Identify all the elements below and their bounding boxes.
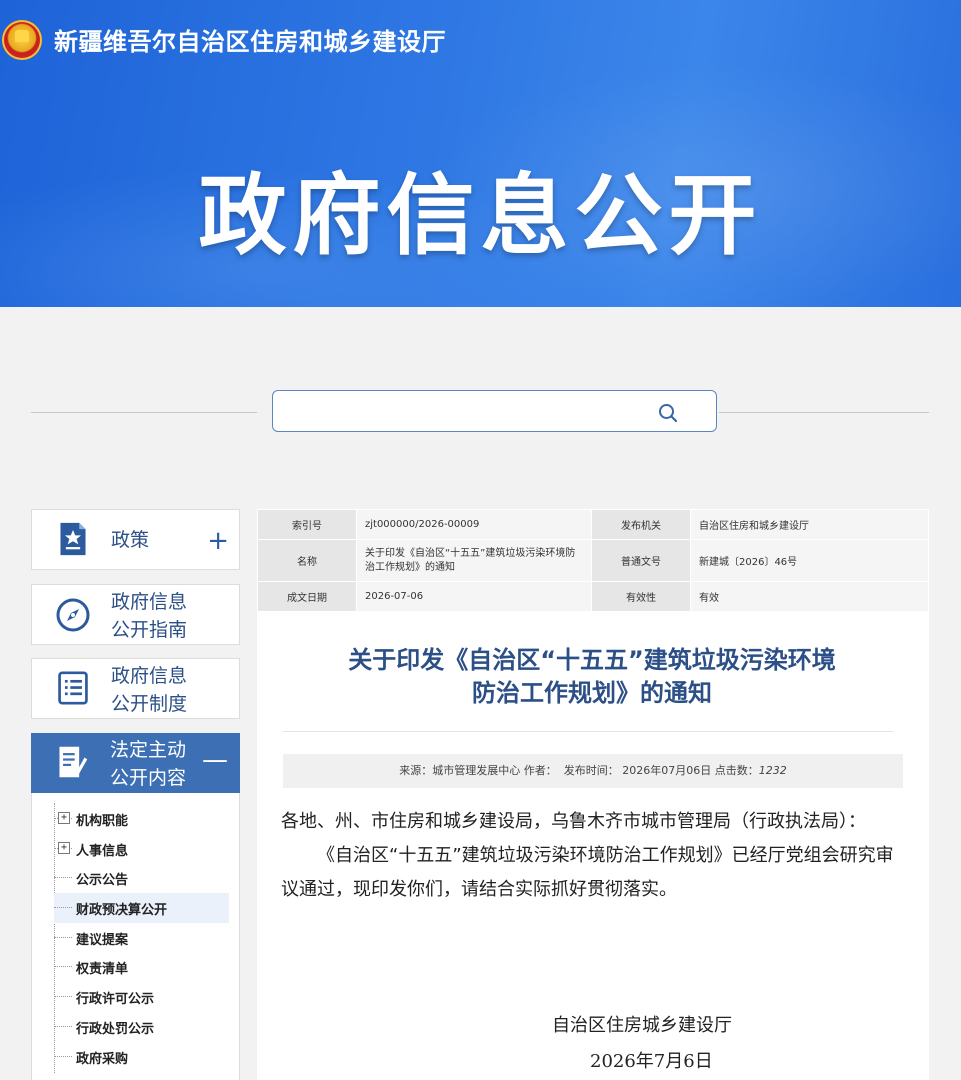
tree-item-procurement[interactable]: 政府采购	[54, 1042, 229, 1072]
meta-value: 自治区住房和城乡建设厅	[690, 509, 929, 540]
meta-value: 2026-07-06	[356, 581, 592, 612]
search-input[interactable]	[283, 397, 647, 427]
sidebar-item-label: 政策	[111, 529, 150, 551]
tree-item-personnel[interactable]: + 人事信息	[54, 834, 229, 864]
search-divider-left	[31, 412, 257, 413]
author-label: 作者：	[523, 764, 557, 777]
tree-item-label: 权责清单	[76, 962, 129, 977]
expand-plus-icon[interactable]: +	[58, 812, 70, 824]
list-doc-icon	[58, 671, 88, 705]
tree-item-proposals[interactable]: 建议提案	[54, 923, 229, 953]
hero-title: 政府信息公开	[198, 164, 763, 267]
tree-item-label: 建议提案	[76, 933, 129, 948]
title-divider	[283, 731, 893, 732]
tree-item-label: 财政预决算公开	[76, 903, 168, 918]
policy-doc-icon	[60, 522, 86, 556]
tree-item-licensing[interactable]: 行政许可公示	[54, 982, 229, 1012]
signature-org: 自治区住房城乡建设厅	[552, 1015, 732, 1036]
sidebar-item-label: 政府信息	[111, 665, 188, 687]
meta-value: 有效	[690, 581, 929, 612]
salutation: 各地、州、市住房和城乡建设局，乌鲁木齐市城市管理局（行政执法局）：	[281, 811, 866, 832]
tree-item-label: 行政处罚公示	[76, 1022, 155, 1037]
meta-value: 新建城〔2026〕46号	[690, 539, 929, 582]
meta-key: 有效性	[591, 581, 691, 612]
tree-item-label: 政府采购	[76, 1052, 129, 1067]
article-info-bar: 来源：城市管理发展中心 作者： 发布时间： 2026年07月06日 点击数：12…	[283, 754, 903, 788]
meta-key: 索引号	[257, 509, 357, 540]
site-title[interactable]: 新疆维吾尔自治区住房和城乡建设厅	[54, 22, 446, 57]
edit-doc-icon	[59, 746, 88, 778]
article-panel: 索引号 zjt000000/2026-00009 发布机关 自治区住房和城乡建设…	[257, 509, 929, 1080]
article-title-line: 防治工作规划》的通知	[472, 679, 712, 707]
tree-item-org-functions[interactable]: + 机构职能	[54, 804, 229, 834]
search-icon[interactable]	[658, 403, 678, 423]
tree-item-announcements[interactable]: 公示公告	[54, 863, 229, 893]
tree-item-label: 人事信息	[76, 844, 129, 859]
metadata-table: 索引号 zjt000000/2026-00009 发布机关 自治区住房和城乡建设…	[257, 509, 929, 612]
sidebar-item-legal-content[interactable]: 法定主动 公开内容 —	[31, 733, 240, 793]
sidebar-item-label: 政府信息	[111, 591, 188, 613]
meta-value: 关于印发《自治区“十五五”建筑垃圾污染环境防治工作规划》的通知	[356, 539, 592, 582]
tree-item-label: 行政许可公示	[76, 992, 155, 1007]
tree-item-penalties[interactable]: 行政处罚公示	[54, 1012, 229, 1042]
meta-key: 名称	[257, 539, 357, 582]
meta-key: 成文日期	[257, 581, 357, 612]
sidebar-item-label: 公开内容	[110, 767, 187, 789]
publish-date: 2026年07月06日	[622, 764, 712, 777]
tree-item-label: 机构职能	[76, 814, 129, 829]
tree-item-powers-list[interactable]: 权责清单	[54, 952, 229, 982]
signature-date: 2026年7月6日	[590, 1051, 713, 1072]
sidebar-item-label: 公开指南	[111, 619, 188, 641]
expand-plus-icon[interactable]: +	[58, 842, 70, 854]
sidebar-tree: + 机构职能 + 人事信息 公示公告 财政预决算公开 建议提案 权责清单 行政许…	[31, 793, 240, 1080]
body-paragraph: 《自治区“十五五”建筑垃圾污染环境防治工作规划》已经厅党组会研究审议通过，现印发…	[281, 845, 894, 900]
search-divider-right	[719, 412, 929, 413]
compass-icon	[56, 598, 90, 632]
expand-plus-icon[interactable]: +	[207, 528, 229, 554]
tree-item-budget[interactable]: 财政预决算公开	[54, 893, 229, 923]
sidebar-item-label: 法定主动	[110, 739, 187, 761]
source-value: 城市管理发展中心	[432, 764, 521, 777]
collapse-minus-icon[interactable]: —	[202, 747, 228, 773]
publish-label: 发布时间：	[563, 764, 619, 777]
source-label: 来源：	[399, 764, 433, 777]
article-title: 关于印发《自治区“十五五”建筑垃圾污染环境 防治工作规划》的通知	[277, 644, 907, 710]
national-emblem-icon	[2, 20, 42, 60]
hits-label: 点击数：	[714, 764, 759, 777]
sidebar-item-label: 公开制度	[111, 693, 188, 715]
meta-key: 发布机关	[591, 509, 691, 540]
article-title-line: 关于印发《自治区“十五五”建筑垃圾污染环境	[348, 646, 836, 674]
header-banner: 新疆维吾尔自治区住房和城乡建设厅 政府信息公开	[0, 0, 961, 307]
search-bar[interactable]	[272, 390, 717, 432]
meta-key: 普通文号	[591, 539, 691, 582]
hits-count: 1232	[758, 764, 787, 777]
tree-item-label: 公示公告	[76, 873, 129, 888]
sidebar-item-guide[interactable]: 政府信息 公开指南	[31, 584, 240, 645]
sidebar-item-system[interactable]: 政府信息 公开制度	[31, 658, 240, 719]
article-body: 各地、州、市住房和城乡建设局，乌鲁木齐市城市管理局（行政执法局）： 《自治区“十…	[281, 805, 901, 907]
meta-value: zjt000000/2026-00009	[356, 509, 592, 540]
sidebar-item-policy[interactable]: 政策 +	[31, 509, 240, 570]
